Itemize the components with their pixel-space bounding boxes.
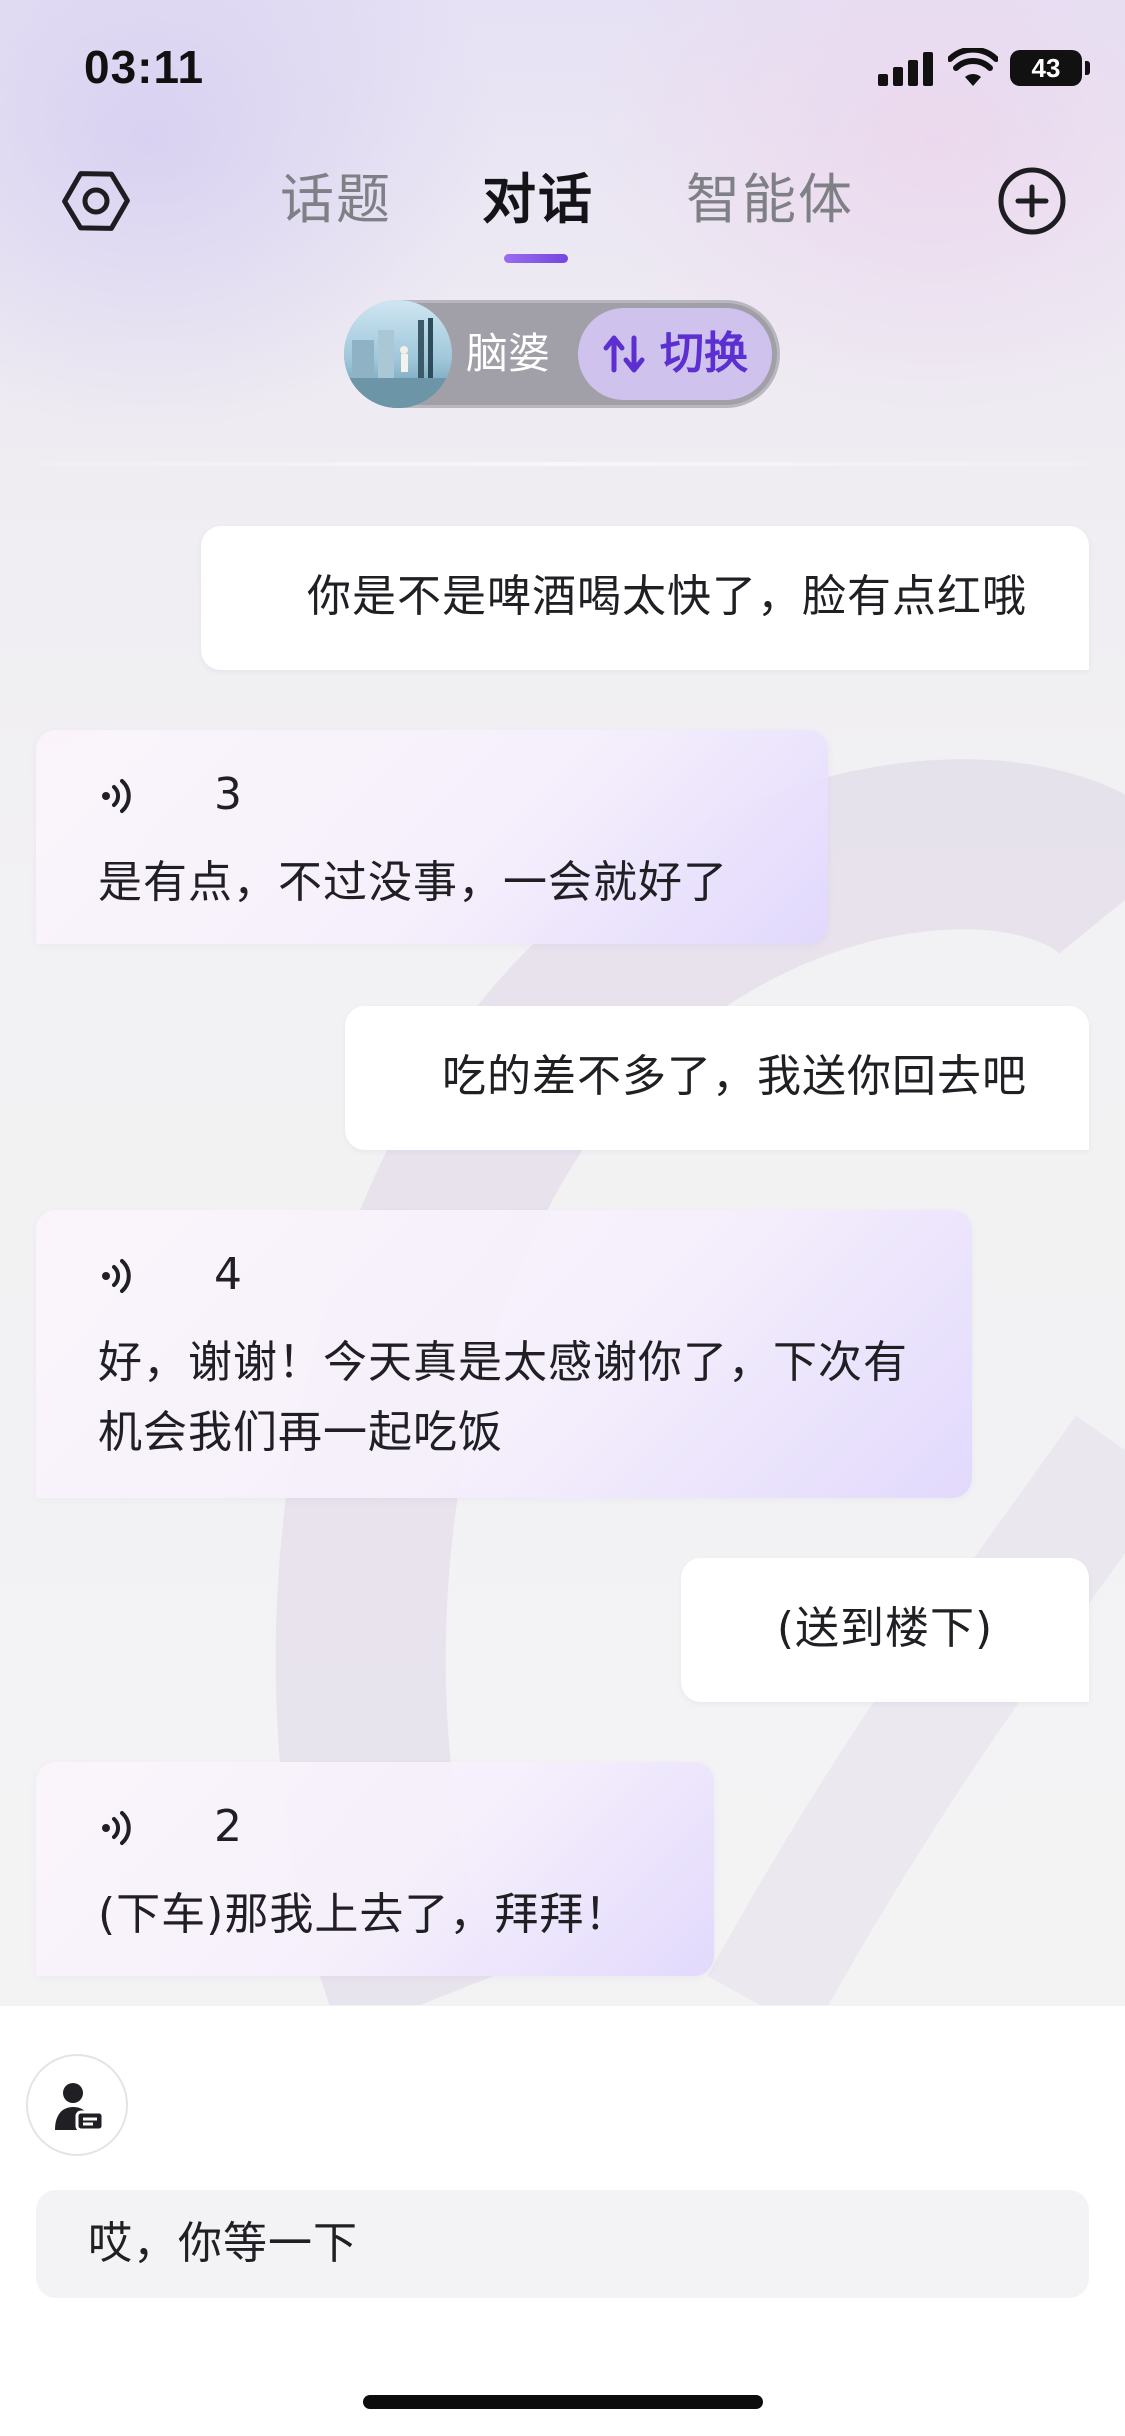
tab-agents[interactable]: 智能体 — [686, 160, 854, 240]
status-time: 03:11 — [84, 41, 205, 93]
voice-play-button[interactable]: 4 — [98, 1240, 912, 1310]
character-avatar[interactable] — [344, 300, 452, 408]
voice-play-button[interactable]: 2 — [98, 1792, 654, 1862]
ai-message[interactable]: 2 (下车)那我上去了，拜拜！ — [36, 1762, 714, 1976]
switch-character-button[interactable]: 切换 — [578, 308, 772, 400]
battery-icon: 43 — [1010, 50, 1082, 86]
voice-wave-icon — [102, 779, 131, 813]
divider — [36, 462, 1089, 466]
user-message[interactable]: (送到楼下) — [681, 1558, 1089, 1702]
message-text: 是有点，不过没事，一会就好了 — [98, 857, 728, 908]
composer-panel: 哎，你等一下 — [0, 2006, 1125, 2436]
persona-card-icon — [55, 2083, 105, 2132]
tab-chat[interactable]: 对话 — [482, 160, 594, 240]
ai-message[interactable]: 3 是有点，不过没事，一会就好了 — [36, 730, 828, 944]
active-tab-indicator — [504, 254, 568, 263]
status-bar: 03:11 43 — [0, 0, 1125, 140]
message-text: (送到楼下) — [776, 1603, 994, 1654]
message-text: 好，谢谢！今天真是太感谢你了，下次有机会我们再一起吃饭 — [98, 1337, 908, 1458]
voice-count: 3 — [214, 769, 243, 820]
home-indicator — [363, 2395, 763, 2409]
message-text: 吃的差不多了，我送你回去吧 — [442, 1051, 1027, 1102]
wifi-icon — [948, 48, 998, 86]
message-input[interactable]: 哎，你等一下 — [36, 2190, 1089, 2298]
battery-cap — [1085, 61, 1090, 75]
voice-play-button[interactable]: 3 — [98, 760, 768, 830]
ai-message[interactable]: 4 好，谢谢！今天真是太感谢你了，下次有机会我们再一起吃饭 — [36, 1210, 972, 1498]
tab-topics[interactable]: 话题 — [280, 160, 392, 240]
voice-count: 2 — [214, 1801, 243, 1852]
voice-count: 4 — [214, 1249, 243, 1300]
persona-mode-button[interactable] — [26, 2054, 128, 2156]
message-text: 你是不是啤酒喝太快了，脸有点红哦 — [307, 571, 1027, 622]
switch-label: 切换 — [660, 328, 748, 379]
user-message[interactable]: 你是不是啤酒喝太快了，脸有点红哦 — [201, 526, 1089, 670]
character-switcher: 脑婆 切换 — [344, 300, 780, 408]
swap-arrows-icon — [603, 335, 645, 373]
message-text: (下车)那我上去了，拜拜！ — [98, 1889, 630, 1940]
chat-screen: 03:11 43 话题 对话 智能体 脑婆 切换 你是不是啤酒喝太快了，脸有点红… — [0, 0, 1125, 2436]
signal-icon — [878, 52, 933, 86]
plus-circle-icon[interactable] — [994, 163, 1070, 239]
character-name: 脑婆 — [466, 329, 551, 378]
voice-wave-icon — [102, 1259, 131, 1293]
voice-wave-icon — [102, 1811, 131, 1845]
user-message[interactable]: 吃的差不多了，我送你回去吧 — [345, 1006, 1089, 1150]
